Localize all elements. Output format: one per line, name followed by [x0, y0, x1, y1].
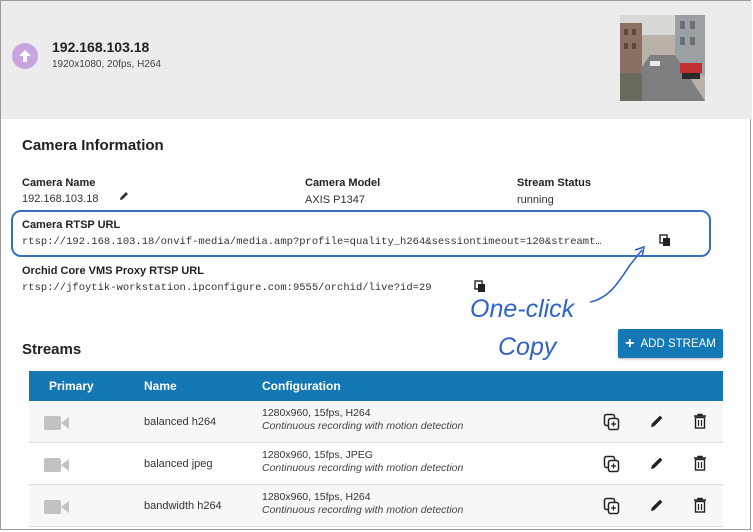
col-primary: Primary: [49, 379, 94, 393]
table-body: balanced h264 1280x960, 15fps, H264 Cont…: [29, 401, 723, 527]
copy-rtsp-icon[interactable]: [659, 234, 672, 252]
stream-config: 1280x960, 15fps, H264: [262, 407, 371, 419]
edit-icon[interactable]: [649, 413, 665, 434]
arrow-up-icon[interactable]: [12, 43, 38, 69]
camera-rtsp-value: rtsp://192.168.103.18/onvif-media/media.…: [22, 236, 602, 248]
video-camera-icon[interactable]: [44, 499, 69, 520]
plus-icon: +: [625, 334, 635, 352]
annotation-arrow: [589, 245, 646, 303]
add-stream-button[interactable]: + ADD STREAM: [618, 329, 723, 358]
stream-note: Continuous recording with motion detecti…: [262, 462, 464, 474]
camera-info-title: Camera Information: [22, 137, 164, 154]
stream-status-value: running: [517, 194, 554, 206]
camera-model-value: AXIS P1347: [305, 194, 365, 206]
duplicate-icon[interactable]: [603, 497, 621, 520]
camera-ip: 192.168.103.18: [52, 39, 150, 55]
edit-icon[interactable]: [649, 497, 665, 518]
table-row: balanced jpeg 1280x960, 15fps, JPEG Cont…: [29, 443, 723, 485]
duplicate-icon[interactable]: [603, 455, 621, 478]
stream-config: 1280x960, 15fps, JPEG: [262, 449, 373, 461]
col-name: Name: [144, 379, 177, 393]
camera-header: 192.168.103.18 1920x1080, 20fps, H264: [1, 1, 752, 119]
edit-icon[interactable]: [649, 455, 665, 476]
streams-table: Primary Name Configuration balanced h264…: [29, 371, 723, 527]
trash-icon[interactable]: [693, 413, 707, 434]
proxy-rtsp-label: Orchid Core VMS Proxy RTSP URL: [22, 265, 204, 277]
proxy-rtsp-value: rtsp://jfoytik-workstation.ipconfigure.c…: [22, 282, 432, 294]
stream-name: balanced jpeg: [144, 458, 213, 470]
camera-model-label: Camera Model: [305, 177, 381, 189]
stream-config: 1280x960, 15fps, H264: [262, 491, 371, 503]
stream-note: Continuous recording with motion detecti…: [262, 420, 464, 432]
trash-icon[interactable]: [693, 455, 707, 476]
table-row: bandwidth h264 1280x960, 15fps, H264 Con…: [29, 485, 723, 527]
trash-icon[interactable]: [693, 497, 707, 518]
stream-name: balanced h264: [144, 416, 217, 428]
add-stream-label: ADD STREAM: [640, 337, 716, 350]
camera-rtsp-label: Camera RTSP URL: [22, 219, 121, 231]
stream-note: Continuous recording with motion detecti…: [262, 504, 464, 516]
stream-name: bandwidth h264: [144, 500, 222, 512]
pencil-icon[interactable]: [118, 189, 130, 207]
duplicate-icon[interactable]: [603, 413, 621, 436]
col-configuration: Configuration: [262, 379, 341, 393]
video-camera-icon[interactable]: [44, 415, 69, 436]
table-header: Primary Name Configuration: [29, 371, 723, 401]
camera-specs: 1920x1080, 20fps, H264: [52, 59, 161, 70]
camera-thumbnail[interactable]: [620, 15, 705, 101]
camera-name-label: Camera Name: [22, 177, 96, 189]
table-row: balanced h264 1280x960, 15fps, H264 Cont…: [29, 401, 723, 443]
video-camera-icon[interactable]: [44, 457, 69, 478]
annotation-line1: One-click: [470, 295, 575, 323]
streams-title: Streams: [22, 341, 82, 358]
annotation-line2: Copy: [498, 333, 557, 361]
camera-name-value: 192.168.103.18: [22, 193, 99, 205]
stream-status-label: Stream Status: [517, 177, 591, 189]
